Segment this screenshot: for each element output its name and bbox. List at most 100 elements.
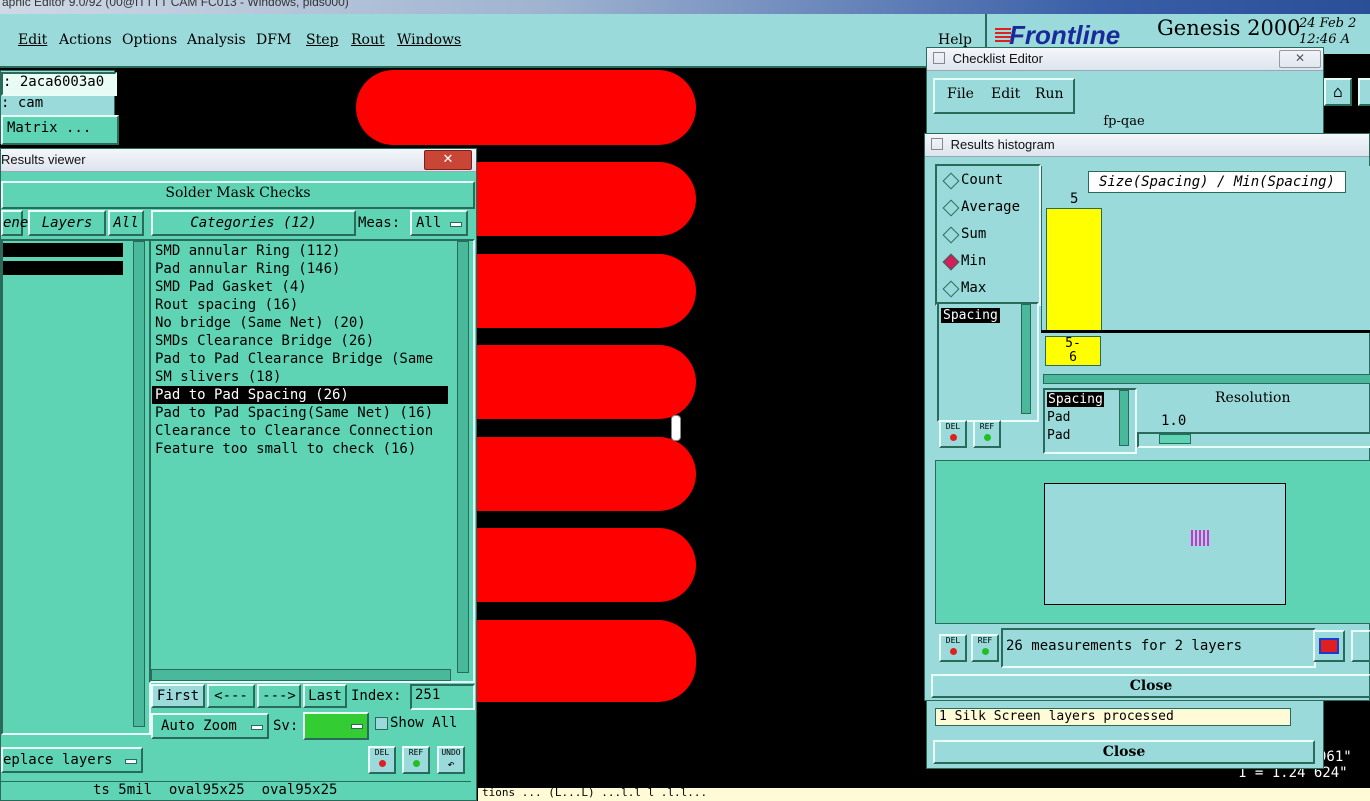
preview-ref-button[interactable]: REF xyxy=(971,634,999,662)
menu-options[interactable]: Options xyxy=(122,32,177,48)
resolution-slider[interactable] xyxy=(1137,432,1370,448)
first-button[interactable]: First xyxy=(151,684,205,708)
auto-zoom-label: Auto Zoom xyxy=(161,718,237,734)
layer-list-scrollbar[interactable] xyxy=(1119,390,1129,446)
measure-item[interactable]: Spacing xyxy=(941,308,1000,323)
menu-edit[interactable]: Edit xyxy=(18,32,47,48)
job-name-field: : 2aca6003a0 xyxy=(1,72,117,96)
histogram-close-button[interactable]: Close xyxy=(931,674,1370,698)
histogram-bar[interactable] xyxy=(1046,208,1102,332)
layer-item-pad[interactable]: Pad xyxy=(1047,410,1070,425)
layer-row-selected[interactable] xyxy=(3,243,123,257)
category-item[interactable]: Pad annular Ring (146) xyxy=(152,260,448,278)
mode-radio-min[interactable]: Min xyxy=(937,251,1033,273)
menu-dfm[interactable]: DFM xyxy=(256,32,291,48)
tab-scene[interactable]: ene xyxy=(1,210,28,236)
preview-frame xyxy=(1044,483,1286,605)
results-status-text: ts 5mil oval95x25 oval95x25 xyxy=(93,782,338,798)
layer-list-scrollbar[interactable] xyxy=(133,241,145,727)
matrix-button[interactable]: Matrix ... xyxy=(1,115,119,145)
prev-button[interactable]: <--- xyxy=(207,684,255,708)
category-item[interactable]: SMD annular Ring (112) xyxy=(152,242,448,260)
layer-item-pad[interactable]: Pad xyxy=(1047,428,1070,443)
preview-panel xyxy=(935,460,1370,624)
close-icon[interactable]: ✕ xyxy=(1279,50,1321,68)
del-button[interactable]: DEL xyxy=(368,746,396,774)
close-icon[interactable]: ✕ xyxy=(424,150,472,170)
mode-radio-max[interactable]: Max xyxy=(937,278,1033,300)
preview-del-button[interactable]: DEL xyxy=(939,634,967,662)
histogram-titlebar: Results histogram xyxy=(925,134,1369,157)
replace-layers-select[interactable]: eplace layers xyxy=(1,747,143,773)
dropdown-icon xyxy=(251,725,263,730)
categories-button[interactable]: Categories (12) xyxy=(151,210,356,236)
auto-zoom-select[interactable]: Auto Zoom xyxy=(151,713,269,739)
dropdown-icon xyxy=(351,724,363,729)
layer-row-selected[interactable] xyxy=(3,261,123,275)
mode-radio-average[interactable]: Average xyxy=(937,197,1033,219)
ref-label: REF xyxy=(977,636,993,645)
zoom-fit-icon[interactable] xyxy=(1313,630,1345,662)
mode-radio-count[interactable]: Count xyxy=(937,170,1033,192)
ref-label: REF xyxy=(408,748,424,757)
menu-help[interactable]: Help xyxy=(938,32,972,48)
tab-all[interactable]: All xyxy=(108,210,144,236)
category-item[interactable]: Feature too small to check (16) xyxy=(152,440,448,458)
category-item[interactable]: No bridge (Same Net) (20) xyxy=(152,314,448,332)
mode-radio-sum[interactable]: Sum xyxy=(937,224,1033,246)
sv-color-select[interactable] xyxy=(303,712,369,740)
category-list-hscroll[interactable] xyxy=(151,669,451,681)
bin-label: 5- 6 xyxy=(1045,336,1101,366)
menu-edit[interactable]: Edit xyxy=(991,86,1020,102)
bottom-message-strip: tions ... (L...L) ...l.l l .l.l... xyxy=(478,788,1370,801)
preview-features-icon xyxy=(1191,530,1209,546)
measure-list-scrollbar[interactable] xyxy=(1021,304,1031,414)
meas-label: Meas: xyxy=(358,215,401,231)
tab-layers[interactable]: Layers xyxy=(28,210,106,236)
menu-step[interactable]: Step xyxy=(306,32,338,48)
slider-thumb[interactable] xyxy=(1159,434,1191,444)
undo-button[interactable]: UNDO ↶ xyxy=(437,746,465,774)
menu-rout[interactable]: Rout xyxy=(351,32,385,48)
zoom-next-icon[interactable] xyxy=(1351,630,1370,662)
histogram-chart: Size(Spacing) / Min(Spacing) 5 xyxy=(1041,166,1370,332)
category-item[interactable]: Pad to Pad Spacing (26) xyxy=(152,386,448,404)
category-item[interactable]: SMD Pad Gasket (4) xyxy=(152,278,448,296)
category-item[interactable]: Pad to Pad Spacing(Same Net) (16) xyxy=(152,404,448,422)
pcb-pad-2 xyxy=(470,162,696,236)
layer-item-spacing[interactable]: Spacing xyxy=(1047,392,1104,407)
home-icon[interactable]: ⌂ xyxy=(1324,78,1352,106)
category-item[interactable]: SM slivers (18) xyxy=(152,368,448,386)
menu-actions[interactable]: Actions xyxy=(59,32,112,48)
show-all-checkbox[interactable] xyxy=(375,717,388,730)
toolbar-icon[interactable] xyxy=(1358,78,1370,106)
hist-ref-button[interactable]: REF xyxy=(973,420,1001,448)
category-list[interactable]: SMD annular Ring (112) Pad annular Ring (… xyxy=(149,239,475,683)
layer-list[interactable] xyxy=(1,239,151,735)
checklist-titlebar: Checklist Editor ✕ xyxy=(927,48,1323,71)
category-item[interactable]: Pad to Pad Clearance Bridge (Same xyxy=(152,350,448,368)
meas-select[interactable]: All xyxy=(410,210,468,236)
radio-icon xyxy=(942,253,960,271)
logo-stripes-icon xyxy=(995,28,1011,42)
index-input[interactable]: 251 xyxy=(410,684,475,710)
layer-measure-list[interactable]: Spacing Pad Pad xyxy=(1043,388,1137,454)
next-button[interactable]: ---> xyxy=(257,684,301,708)
category-item[interactable]: SMDs Clearance Bridge (26) xyxy=(152,332,448,350)
last-button[interactable]: Last xyxy=(303,684,347,708)
category-list-vscroll[interactable] xyxy=(457,241,469,673)
ref-button[interactable]: REF xyxy=(402,746,430,774)
checklist-close-button[interactable]: Close xyxy=(933,740,1315,764)
menu-run[interactable]: Run xyxy=(1035,86,1064,102)
menu-analysis[interactable]: Analysis xyxy=(187,32,246,48)
app-titlebar: aphic Editor 9.0/92 (00@ITTTT CAM FC013 … xyxy=(0,0,1370,14)
category-item[interactable]: Clearance to Clearance Connection xyxy=(152,422,448,440)
category-item[interactable]: Rout spacing (16) xyxy=(152,296,448,314)
bottom-message: tions ... (L...L) ...l.l l .l.l... xyxy=(482,788,708,799)
job-info-panel: : 2aca6003a0 : cam Matrix ... xyxy=(0,70,119,145)
hist-del-button[interactable]: DEL xyxy=(939,420,967,448)
menu-file[interactable]: File xyxy=(947,86,974,102)
measure-list[interactable]: Spacing xyxy=(937,302,1039,422)
chart-hscroll[interactable] xyxy=(1043,374,1370,384)
menu-windows[interactable]: Windows xyxy=(397,32,461,48)
